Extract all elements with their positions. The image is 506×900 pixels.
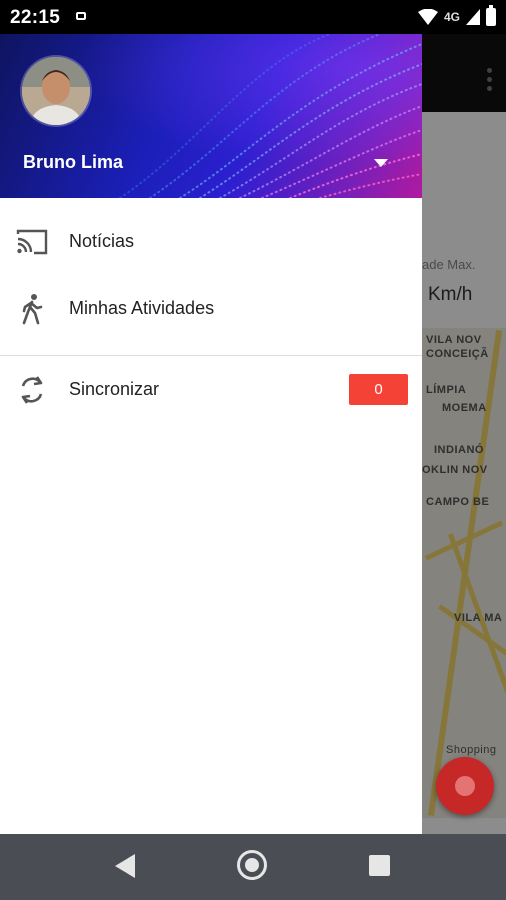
- user-photo: [22, 57, 90, 125]
- avatar[interactable]: [22, 57, 90, 125]
- battery-icon: [486, 5, 496, 26]
- system-navigation-bar: [0, 834, 506, 900]
- sync-icon: [16, 374, 48, 406]
- record-icon: [455, 776, 475, 796]
- network-type-label: 4G: [443, 10, 460, 24]
- status-icons: 4G: [417, 5, 496, 27]
- drawer-header: Bruno Lima: [0, 34, 422, 198]
- notification-icon: [76, 12, 86, 20]
- drawer-item-label: Minhas Atividades: [69, 298, 215, 318]
- drawer-item-label: Notícias: [69, 231, 135, 251]
- navigation-drawer: Bruno Lima Notícias Minhas Atividades Si…: [0, 34, 422, 834]
- walking-person-icon: [16, 293, 48, 325]
- drawer-item-minhas-atividades[interactable]: Minhas Atividades: [0, 275, 422, 342]
- cell-signal-icon: [466, 9, 480, 25]
- wifi-icon: [417, 9, 438, 25]
- cast-icon: [16, 226, 48, 258]
- account-dropdown-icon[interactable]: [374, 159, 388, 167]
- status-time: 22:15: [10, 7, 61, 28]
- drawer-item-noticias[interactable]: Notícias: [0, 208, 422, 275]
- user-name: Bruno Lima: [23, 152, 124, 172]
- home-icon[interactable]: [237, 850, 267, 880]
- drawer-menu: Notícias Minhas Atividades Sincronizar 0: [0, 198, 422, 423]
- record-fab-button[interactable]: [436, 757, 494, 815]
- drawer-item-label: Sincronizar: [69, 379, 160, 399]
- drawer-item-sincronizar[interactable]: Sincronizar 0: [0, 356, 422, 423]
- back-icon[interactable]: [115, 854, 135, 878]
- sync-count-badge: 0: [349, 374, 408, 405]
- recent-apps-icon[interactable]: [369, 855, 390, 876]
- status-bar: 22:15 4G: [0, 0, 506, 34]
